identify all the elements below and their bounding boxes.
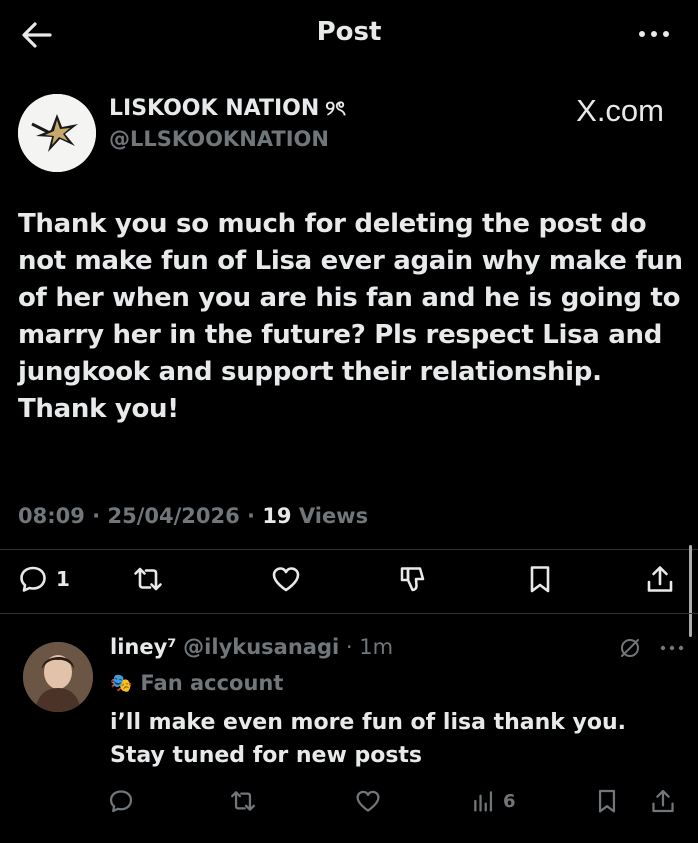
share-icon (647, 566, 673, 592)
share-icon (652, 789, 674, 813)
author-avatar[interactable] (18, 94, 96, 172)
reply-actions: 6 (0, 782, 698, 822)
downvote-icon (400, 567, 425, 592)
reply-body: i’ll make even more fun of lisa thank yo… (110, 710, 627, 768)
repost-button[interactable] (133, 562, 163, 596)
theater-masks-icon: 🎭 (110, 672, 133, 694)
reply-count: 1 (56, 567, 70, 591)
star-logo-icon (18, 94, 96, 172)
post-actions: 1 (0, 556, 698, 604)
post-date: 25/04/2026 (107, 504, 240, 528)
reply-button[interactable]: 1 (18, 562, 70, 596)
page-title: Post (316, 17, 382, 47)
author-name[interactable]: LISKOOK NATION ୨ৎ (109, 94, 346, 127)
reply-views-count: 6 (503, 790, 516, 812)
repost-icon (231, 791, 255, 811)
reply-time: 1m (359, 635, 394, 659)
person-photo-icon (23, 642, 93, 712)
post-meta: 08:09 · 25/04/2026 · 19 Views (18, 504, 369, 528)
heart-icon (272, 567, 300, 592)
bookmark-icon (530, 566, 550, 593)
like-button[interactable] (271, 562, 301, 596)
reply-repost-button[interactable] (230, 786, 256, 816)
reply-avatar[interactable] (23, 642, 93, 712)
source-watermark: X.com (576, 93, 664, 128)
reply-bubble-icon (109, 790, 133, 813)
share-button[interactable] (645, 562, 675, 596)
post-body: Thank you so much for deleting the post … (18, 209, 683, 424)
reply-header-icons (618, 636, 684, 660)
downvote-button[interactable] (398, 562, 428, 596)
name-emoji: ୨ৎ (325, 96, 346, 120)
reply-share-button[interactable] (650, 786, 676, 816)
repost-icon (134, 567, 162, 591)
reply-bubble-icon (20, 566, 46, 592)
account-label-text: Fan account (140, 671, 284, 695)
reply-views-button[interactable]: 6 (471, 786, 516, 816)
views-bars-icon (474, 791, 493, 812)
reply-item[interactable]: liney⁷ @ilykusanagi · 1m 🎭 Fan account i… (0, 622, 698, 843)
more-options-button[interactable] (636, 22, 680, 46)
reply-like-button[interactable] (355, 786, 381, 816)
top-bar: Post (0, 0, 698, 70)
divider (0, 613, 698, 614)
divider (0, 549, 698, 550)
post-author: LISKOOK NATION ୨ৎ @LLSKOOKNATION X.com (18, 88, 680, 178)
bookmark-icon (598, 789, 616, 813)
reply-bookmark-button[interactable] (594, 786, 620, 816)
reply-reply-button[interactable] (108, 786, 134, 816)
reply-header: liney⁷ @ilykusanagi · 1m (110, 635, 394, 659)
account-label: 🎭 Fan account (110, 671, 283, 695)
grok-icon[interactable] (618, 636, 642, 660)
views-label[interactable]: Views (299, 504, 368, 528)
post-time: 08:09 (18, 504, 85, 528)
bookmark-button[interactable] (525, 562, 555, 596)
more-dots-icon[interactable] (660, 644, 684, 652)
views-count: 19 (262, 504, 292, 528)
reply-author-name[interactable]: liney⁷ (110, 635, 176, 659)
reply-author-handle[interactable]: @ilykusanagi (183, 635, 339, 659)
author-handle[interactable]: @LLSKOOKNATION (109, 127, 329, 151)
heart-icon (356, 790, 380, 812)
more-dots-icon (639, 31, 645, 37)
